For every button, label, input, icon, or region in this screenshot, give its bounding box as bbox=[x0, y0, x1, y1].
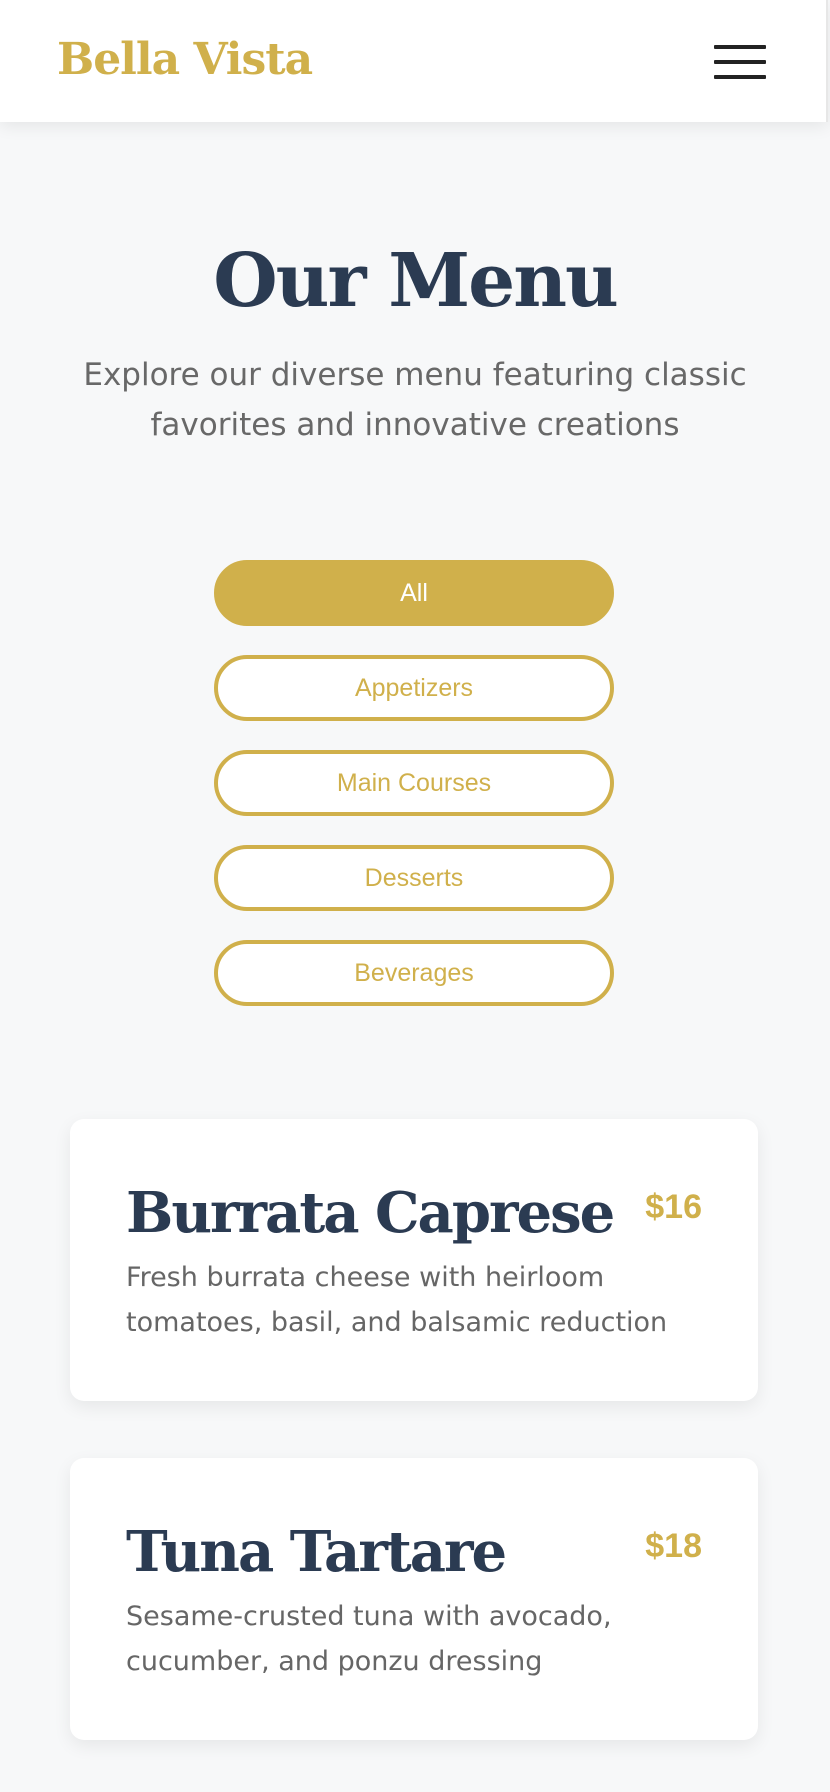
menu-item-price: $16 bbox=[645, 1188, 702, 1226]
menu-item-card[interactable]: Burrata Caprese $16 Fresh burrata cheese… bbox=[70, 1119, 758, 1401]
filter-appetizers-button[interactable]: Appetizers bbox=[214, 655, 614, 721]
menu-item-price: $18 bbox=[645, 1527, 702, 1565]
brand-logo[interactable]: Bella Vista bbox=[57, 34, 313, 85]
hamburger-menu-icon[interactable] bbox=[714, 43, 766, 83]
menu-item-description: Sesame-crusted tuna with avocado, cucumb… bbox=[126, 1601, 612, 1677]
menu-line bbox=[714, 75, 766, 79]
page-title: Our Menu bbox=[213, 238, 619, 324]
menu-item-name: Burrata Caprese bbox=[126, 1180, 615, 1246]
menu-item-description: Fresh burrata cheese with heirloom tomat… bbox=[126, 1262, 668, 1338]
menu-line bbox=[714, 60, 766, 64]
page: Bella Vista Our Menu Explore our diverse… bbox=[0, 0, 830, 1792]
filter-main-courses-button[interactable]: Main Courses bbox=[214, 750, 614, 816]
site-header: Bella Vista bbox=[0, 0, 828, 122]
menu-item-name: Tuna Tartare bbox=[126, 1519, 507, 1585]
filter-beverages-button[interactable]: Beverages bbox=[214, 940, 614, 1006]
menu-item-card[interactable]: Tuna Tartare $18 Sesame-crusted tuna wit… bbox=[70, 1458, 758, 1740]
filter-all-button[interactable]: All bbox=[214, 560, 614, 626]
filter-desserts-button[interactable]: Desserts bbox=[214, 845, 614, 911]
page-subtitle: Explore our diverse menu featuring class… bbox=[83, 357, 747, 443]
menu-line bbox=[714, 45, 766, 49]
